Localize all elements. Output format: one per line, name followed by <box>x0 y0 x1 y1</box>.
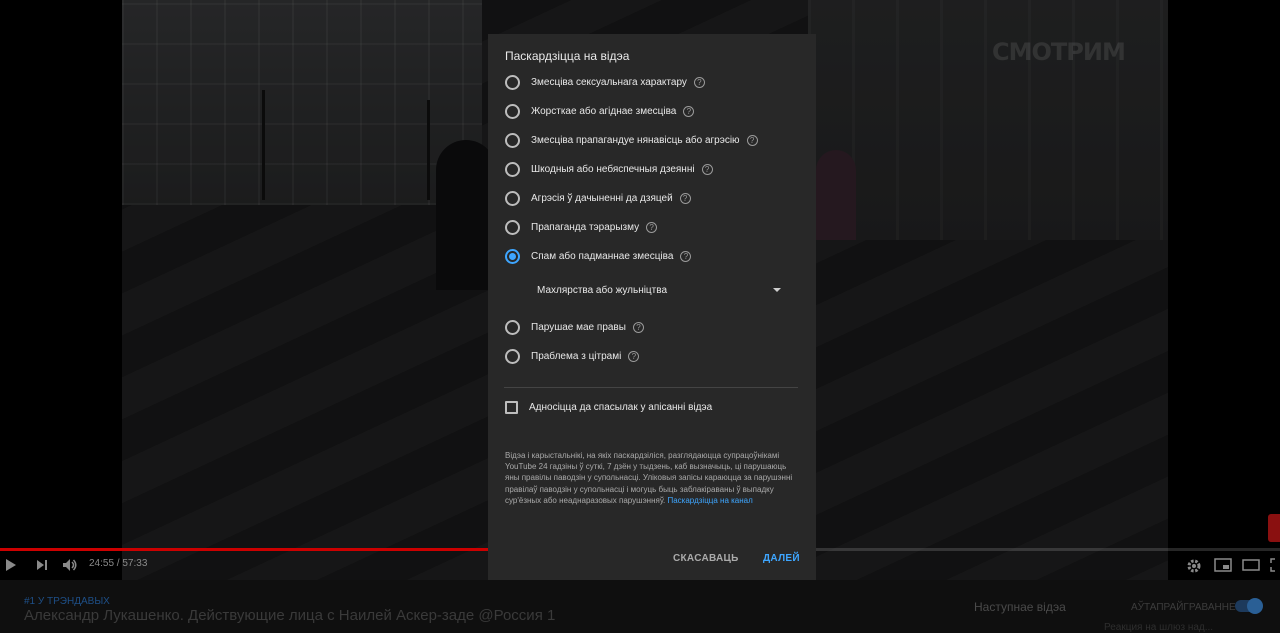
help-icon[interactable]: ? <box>679 192 691 204</box>
next-icon[interactable] <box>36 559 48 571</box>
next-video-label: Наступнае відэа <box>974 600 1066 614</box>
dropdown-arrow-icon <box>773 288 781 292</box>
video-title: Александр Лукашенко. Действующие лица с … <box>24 607 556 624</box>
report-reason-label: Спам або падманнае змесціва <box>531 250 674 262</box>
help-icon[interactable]: ? <box>701 163 713 175</box>
report-reason-option[interactable]: Шкодныя або небяспечныя дзеянні? <box>505 161 713 177</box>
report-reason-label: Прапаганда тэрарызму <box>531 221 640 233</box>
report-reason-option[interactable]: Агрэсія ў дачыненні да дзяцей? <box>505 190 691 206</box>
settings-icon[interactable] <box>1186 558 1202 574</box>
progress-fill <box>0 548 555 551</box>
radio-button[interactable] <box>505 103 520 119</box>
disclaimer-text: Відэа і карыстальнікі, на якіх паскардзі… <box>505 450 795 506</box>
help-icon[interactable]: ? <box>683 105 695 117</box>
side-panel-tab[interactable] <box>1268 514 1280 542</box>
play-icon[interactable] <box>5 558 17 572</box>
report-reason-label: Парушае мае правы <box>531 321 626 333</box>
radio-button[interactable] <box>505 348 520 364</box>
radio-button[interactable] <box>505 190 520 206</box>
fullscreen-icon[interactable] <box>1270 558 1280 572</box>
report-reason-label: Змесціва прапагандуе нянавісць або агрэс… <box>531 134 740 146</box>
report-reason-option[interactable]: Змесціва сексуальнага характару? <box>505 74 705 90</box>
help-icon[interactable]: ? <box>632 321 644 333</box>
radio-button[interactable] <box>505 161 520 177</box>
report-reason-option[interactable]: Спам або падманнае змесціва? <box>505 248 692 264</box>
report-reason-option[interactable]: Змесціва прапагандуе нянавісць або агрэс… <box>505 132 758 148</box>
radio-button[interactable] <box>505 219 520 235</box>
report-reason-option[interactable]: Жорсткае або агіднае змесціва? <box>505 103 695 119</box>
cancel-button[interactable]: СКАСАВАЦЬ <box>673 553 739 564</box>
miniplayer-icon[interactable] <box>1214 558 1232 572</box>
report-reason-label: Шкодныя або небяспечныя дзеянні <box>531 163 695 175</box>
autoplay-toggle[interactable] <box>1235 598 1263 614</box>
up-next-video-title[interactable]: Реакция на шлюз над... <box>1104 622 1213 633</box>
description-links-checkbox[interactable] <box>505 401 518 414</box>
autoplay-label: АЎТАПРАЙГРАВАННЕ <box>1131 602 1236 613</box>
toggle-knob <box>1247 598 1263 614</box>
report-reason-label: Змесціва сексуальнага характару <box>531 76 687 88</box>
checkbox-label: Адносіцца да спасылак у апісанні відэа <box>529 402 713 413</box>
report-video-dialog: Паскардзіцца на відэа Змесціва сексуальн… <box>488 34 816 580</box>
radio-button[interactable] <box>505 319 520 335</box>
help-icon[interactable]: ? <box>628 350 640 362</box>
subreason-value: Махлярства або жульніцтва <box>537 284 668 296</box>
radio-button[interactable] <box>505 74 520 90</box>
radio-button[interactable] <box>505 248 520 264</box>
report-reason-option[interactable]: Парушае мае правы? <box>505 319 644 335</box>
divider <box>504 387 798 388</box>
report-reason-label: Жорсткае або агіднае змесціва <box>531 105 677 117</box>
report-channel-link[interactable]: Паскардзіцца на канал <box>667 496 752 505</box>
report-reason-option[interactable]: Прапаганда тэрарызму? <box>505 219 658 235</box>
volume-icon[interactable] <box>62 558 78 572</box>
help-icon[interactable]: ? <box>680 250 692 262</box>
help-icon[interactable]: ? <box>646 221 658 233</box>
report-reason-option[interactable]: Праблема з цітрамі? <box>505 348 640 364</box>
trending-tag[interactable]: #1 У ТРЭНДАВЫХ <box>24 596 110 607</box>
report-reason-label: Агрэсія ў дачыненні да дзяцей <box>531 192 673 204</box>
help-icon[interactable]: ? <box>746 134 758 146</box>
time-display: 24:55 / 57:33 <box>89 558 148 569</box>
dialog-title: Паскардзіцца на відэа <box>505 49 630 63</box>
help-icon[interactable]: ? <box>693 76 705 88</box>
subreason-dropdown[interactable]: Махлярства або жульніцтва <box>537 281 783 299</box>
radio-button[interactable] <box>505 132 520 148</box>
description-links-checkbox-row[interactable]: Адносіцца да спасылак у апісанні відэа <box>505 401 712 414</box>
report-reason-label: Праблема з цітрамі <box>531 350 622 362</box>
next-button[interactable]: ДАЛЕЙ <box>763 553 800 564</box>
theater-mode-icon[interactable] <box>1242 559 1260 571</box>
